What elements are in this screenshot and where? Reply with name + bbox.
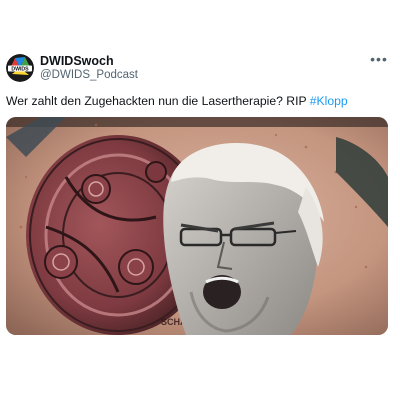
- author-names: DWIDSwoch @DWIDS_Podcast: [40, 54, 138, 83]
- tweet-media-photo[interactable]: SCHAFT: [6, 117, 388, 335]
- avatar[interactable]: DWIDS: [6, 54, 34, 82]
- tweet-body: Wer zahlt den Zugehackten nun die Lasert…: [6, 94, 310, 108]
- author-display-name[interactable]: DWIDSwoch: [40, 54, 138, 68]
- tweet-text: Wer zahlt den Zugehackten nun die Lasert…: [6, 93, 394, 109]
- more-options-button[interactable]: •••: [368, 52, 390, 70]
- more-horizontal-icon: •••: [370, 51, 388, 67]
- avatar-text: DWIDS: [11, 66, 29, 72]
- tweet-card[interactable]: DWIDS DWIDSwoch @DWIDS_Podcast ••• Wer z…: [0, 0, 400, 400]
- author-handle[interactable]: @DWIDS_Podcast: [40, 68, 138, 83]
- tweet-header: DWIDS DWIDSwoch @DWIDS_Podcast •••: [6, 52, 394, 86]
- avatar-logo: DWIDS: [6, 54, 34, 82]
- portrait-face-tattoo: [163, 143, 324, 335]
- hashtag-link[interactable]: #Klopp: [310, 94, 348, 108]
- tattoo-photo: SCHAFT: [6, 117, 388, 335]
